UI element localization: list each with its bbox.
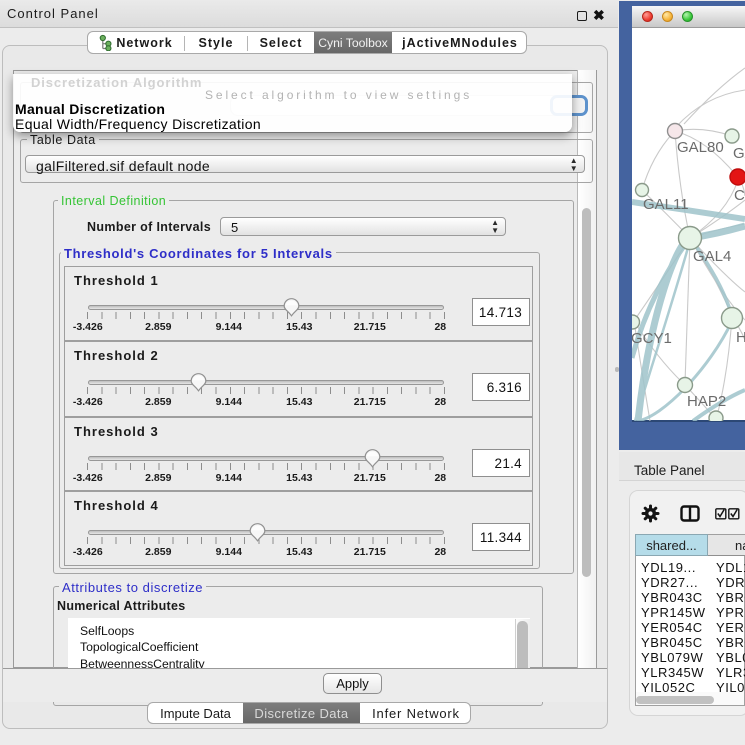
- svg-text:GAL80: GAL80: [677, 139, 724, 156]
- svg-text:GAL11: GAL11: [643, 196, 689, 213]
- svg-text:GAL4: GAL4: [693, 248, 731, 265]
- svg-text:HAP2: HAP2: [687, 393, 726, 410]
- svg-text:C: C: [734, 187, 745, 204]
- svg-text:GA: GA: [733, 145, 745, 162]
- svg-text:H: H: [736, 329, 745, 346]
- svg-text:GCY1: GCY1: [632, 330, 672, 347]
